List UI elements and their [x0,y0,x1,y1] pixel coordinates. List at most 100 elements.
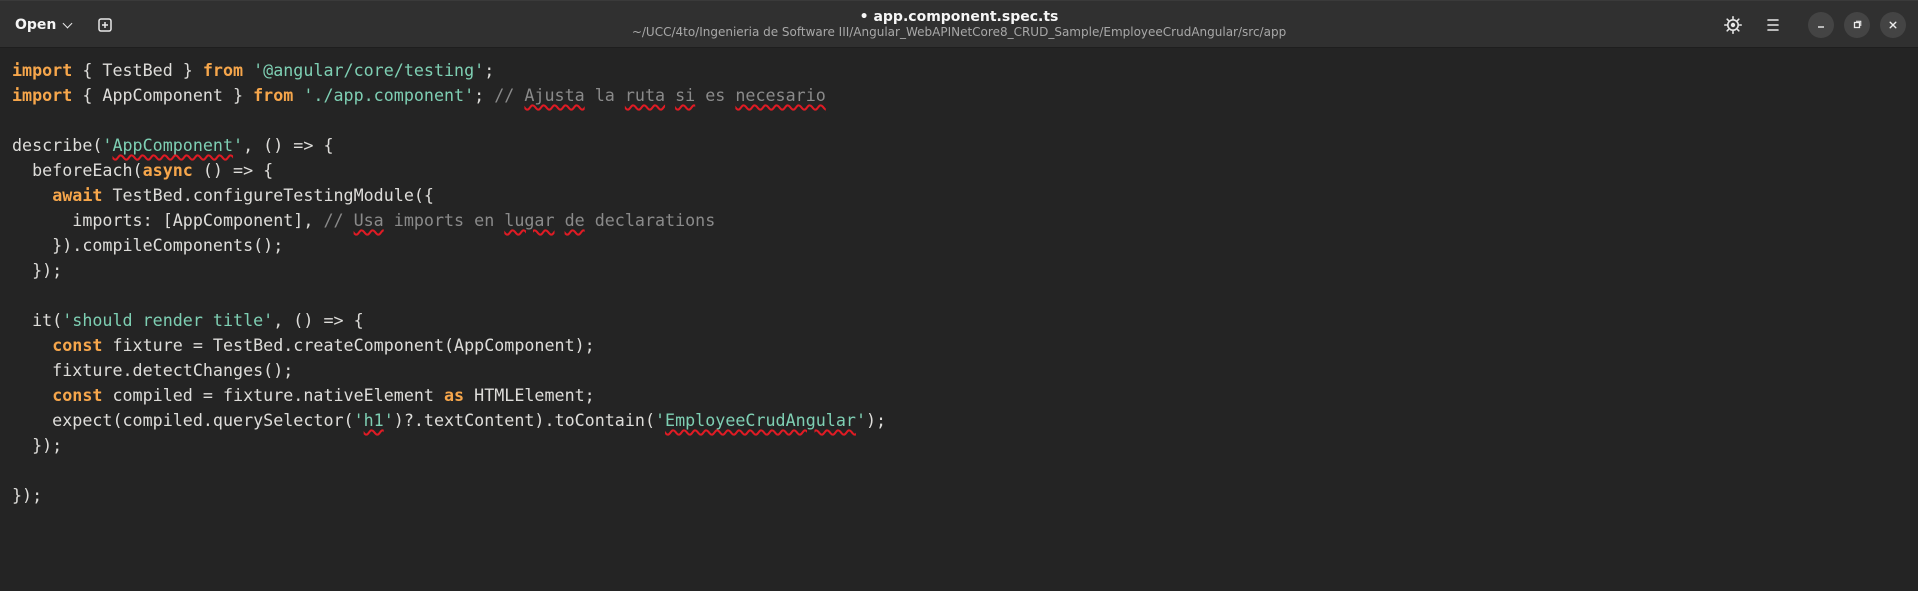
comment [665,85,675,105]
code-line: imports: [AppComponent], // Usa imports … [12,208,1918,233]
code-text: ; [474,85,495,105]
new-tab-button[interactable] [90,10,120,40]
comment [555,210,565,230]
code-text: )?.textContent).toContain( [393,410,655,430]
code-line: describe('AppComponent', () => { [12,133,1918,158]
keyword: const [52,335,103,355]
code-text: { AppComponent } [72,85,254,105]
code-line: import { TestBed } from '@angular/core/t… [12,58,1918,83]
header-bar: Open • app.component.spec.ts ~/UCC/4to/I… [0,1,1918,48]
string-literal: ' [233,135,244,155]
code-text: }); [12,435,63,455]
string-literal: './app.component' [303,85,475,105]
window-title: • app.component.spec.ts ~/UCC/4to/Ingeni… [632,9,1286,40]
chevron-down-icon [62,18,73,28]
string-misspelled-word: AppComponent [112,135,234,155]
minimize-icon [1818,26,1824,28]
code-line: const fixture = TestBed.createComponent(… [12,333,1918,358]
comment-misspelled-word: Ajusta [524,85,585,105]
maximize-button[interactable] [1844,12,1870,38]
code-text: compiled = fixture.nativeElement [102,385,445,405]
text-editor-window: Open • app.component.spec.ts ~/UCC/4to/I… [0,0,1918,591]
code-line: await TestBed.configureTestingModule({ [12,183,1918,208]
code-text: imports: [AppComponent], [12,210,324,230]
code-line: }); [12,258,1918,283]
document-path: ~/UCC/4to/Ingenieria de Software III/Ang… [631,25,1287,40]
settings-button[interactable] [1718,10,1748,40]
comment-misspelled-word: de [564,210,585,230]
string-misspelled-word: h1 [363,410,384,430]
comment-misspelled-word: si [675,85,696,105]
code-text: HTMLElement; [464,385,595,405]
code-text: () => { [192,160,274,180]
code-text: TestBed.configureTestingModule({ [102,185,434,205]
code-line: it('should render title', () => { [12,308,1918,333]
comment: // [494,85,525,105]
keyword: import [12,85,73,105]
code-line: import { AppComponent } from './app.comp… [12,83,1918,108]
comment: es [695,85,736,105]
comment-misspelled-word: necesario [735,85,826,105]
comment: // [323,210,354,230]
code-text: fixture = TestBed.createComponent(AppCom… [102,335,595,355]
code-text: }); [12,260,63,280]
open-button-label: Open [15,17,57,33]
code-editor[interactable]: import { TestBed } from '@angular/core/t… [0,48,1918,591]
code-text: }).compileComponents(); [12,235,284,255]
comment: la [584,85,625,105]
string-literal: 'should render title' [62,310,274,330]
keyword: async [142,160,193,180]
code-text: , () => { [273,310,364,330]
code-text: { TestBed } [72,60,203,80]
document-title: • app.component.spec.ts [859,9,1059,25]
keyword: as [444,385,465,405]
close-icon [1889,21,1897,29]
code-text: }); [12,485,43,505]
code-text: expect(compiled.querySelector( [12,410,354,430]
keyword: from [202,60,244,80]
code-text: ); [865,410,887,430]
comment: imports en [383,210,505,230]
code-text: ; [484,60,495,80]
string-misspelled-word: EmployeeCrudAngular [665,410,856,430]
comment-misspelled-word: Usa [353,210,384,230]
comment-misspelled-word: ruta [624,85,666,105]
code-text: fixture.detectChanges(); [12,360,294,380]
brightness-icon [1724,16,1742,34]
keyword: const [52,385,103,405]
code-text: it( [12,310,63,330]
code-line: const compiled = fixture.nativeElement a… [12,383,1918,408]
code-line: }).compileComponents(); [12,233,1918,258]
maximize-icon [1853,20,1862,29]
keyword: import [12,60,73,80]
string-literal: ' [855,410,866,430]
main-menu-button[interactable] [1758,10,1788,40]
string-literal: ' [102,135,113,155]
header-actions [1718,10,1906,40]
code-text: beforeEach( [12,160,143,180]
minimize-button[interactable] [1808,12,1834,38]
string-literal: ' [353,410,364,430]
new-tab-icon [98,18,112,32]
string-literal: ' [655,410,666,430]
code-line: fixture.detectChanges(); [12,358,1918,383]
close-button[interactable] [1880,12,1906,38]
string-literal: ' [383,410,394,430]
keyword: from [253,85,294,105]
code-text: describe( [12,135,103,155]
string-literal: '@angular/core/testing' [253,60,485,80]
code-text: , () => { [243,135,334,155]
open-button[interactable]: Open [6,10,80,40]
code-line: }); [12,483,1918,508]
keyword: await [52,185,103,205]
comment-misspelled-word: lugar [504,210,555,230]
code-line: }); [12,433,1918,458]
